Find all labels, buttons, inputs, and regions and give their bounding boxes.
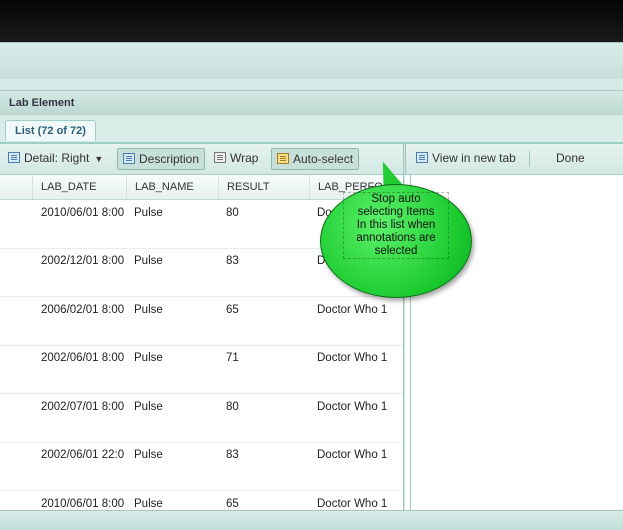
new-tab-icon [416,152,428,163]
auto-select-button[interactable]: Auto-select [271,148,360,170]
callout-line: In this list when [356,219,436,231]
cell-lab-name: Pulse [134,352,163,364]
cell-result: 83 [226,255,239,267]
tab-strip: List (72 of 72) [0,115,623,144]
cell-lab-performer: Doctor Who 1 [317,401,388,413]
view-in-new-tab-label: View in new tab [432,151,516,165]
description-label: Description [139,152,200,166]
secondary-header-band [0,42,623,80]
column-header-select[interactable] [0,175,32,199]
cell-lab-name: Pulse [134,401,163,413]
table-row[interactable]: 2002/06/01 22:0 Pulse 83 Doctor Who 1 [0,442,403,491]
view-in-new-tab-button[interactable]: View in new tab [416,148,516,168]
top-header-bar [0,0,623,42]
panel-title: Lab Element [9,97,75,109]
cell-lab-date: 2010/06/01 8:00 [41,207,125,219]
auto-select-label: Auto-select [293,152,354,166]
wrap-button[interactable]: Wrap [214,148,258,168]
cell-lab-name: Pulse [134,498,163,510]
wrap-icon [214,152,226,163]
cell-lab-date: 2002/06/01 22:0 [41,449,125,461]
done-button[interactable]: Done [556,148,585,168]
callout-line: annotations are [356,232,436,244]
cell-result: 80 [226,207,239,219]
cell-result: 83 [226,449,239,461]
spacer-band [0,79,623,90]
chevron-down-icon: ▼ [94,154,104,164]
cell-lab-performer: Doctor Who 1 [317,352,388,364]
cell-lab-performer: Doctor Who 1 [317,498,388,510]
list-toolbar: Detail: Right ▼ Description Wrap Auto-sel… [0,144,403,175]
description-icon [123,153,135,164]
cell-lab-date: 2006/02/01 8:00 [41,304,125,316]
callout-line: Stop auto [371,193,421,205]
toolbar-divider [529,151,530,167]
callout-line: selected [374,245,418,257]
detail-layout-icon [8,152,20,163]
column-header-lab-date[interactable]: LAB_DATE [32,175,126,199]
table-row[interactable]: 2006/02/01 8:00 Pulse 65 Doctor Who 1 [0,297,403,346]
cell-lab-date: 2010/06/01 8:00 [41,498,125,510]
cell-lab-name: Pulse [134,207,163,219]
cell-result: 65 [226,304,239,316]
callout-text: Stop auto selecting Items In this list w… [343,192,449,259]
table-row[interactable]: 2010/06/01 8:00 Pulse 65 Doctor Who 1 [0,491,403,510]
cell-lab-date: 2002/06/01 8:00 [41,352,125,364]
cell-lab-date: 2002/12/01 8:00 [41,255,125,267]
cell-result: 71 [226,352,239,364]
panel-header: Lab Element [0,90,623,116]
cell-lab-name: Pulse [134,255,163,267]
detail-toolbar: View in new tab Done [405,144,623,175]
table-row[interactable]: 2002/07/01 8:00 Pulse 80 Doctor Who 1 [0,394,403,443]
tab-list[interactable]: List (72 of 72) [5,120,96,141]
cell-lab-performer: Doctor Who 1 [317,304,388,316]
cell-result: 80 [226,401,239,413]
cell-result: 65 [226,498,239,510]
detail-label: Detail: Right [24,151,90,165]
cell-lab-name: Pulse [134,304,163,316]
cell-lab-performer: Doctor Who 1 [317,449,388,461]
detail-dropdown[interactable]: Detail: Right ▼ [8,148,103,168]
bottom-status-bar [0,510,623,530]
description-button[interactable]: Description [117,148,206,170]
column-header-lab-name[interactable]: LAB_NAME [126,175,218,199]
callout-line: selecting Items [357,206,435,218]
auto-select-icon [277,153,289,164]
column-header-result[interactable]: RESULT [218,175,309,199]
table-row[interactable]: 2002/06/01 8:00 Pulse 71 Doctor Who 1 [0,345,403,394]
cell-lab-name: Pulse [134,449,163,461]
wrap-label: Wrap [230,151,259,165]
cell-lab-date: 2002/07/01 8:00 [41,401,125,413]
